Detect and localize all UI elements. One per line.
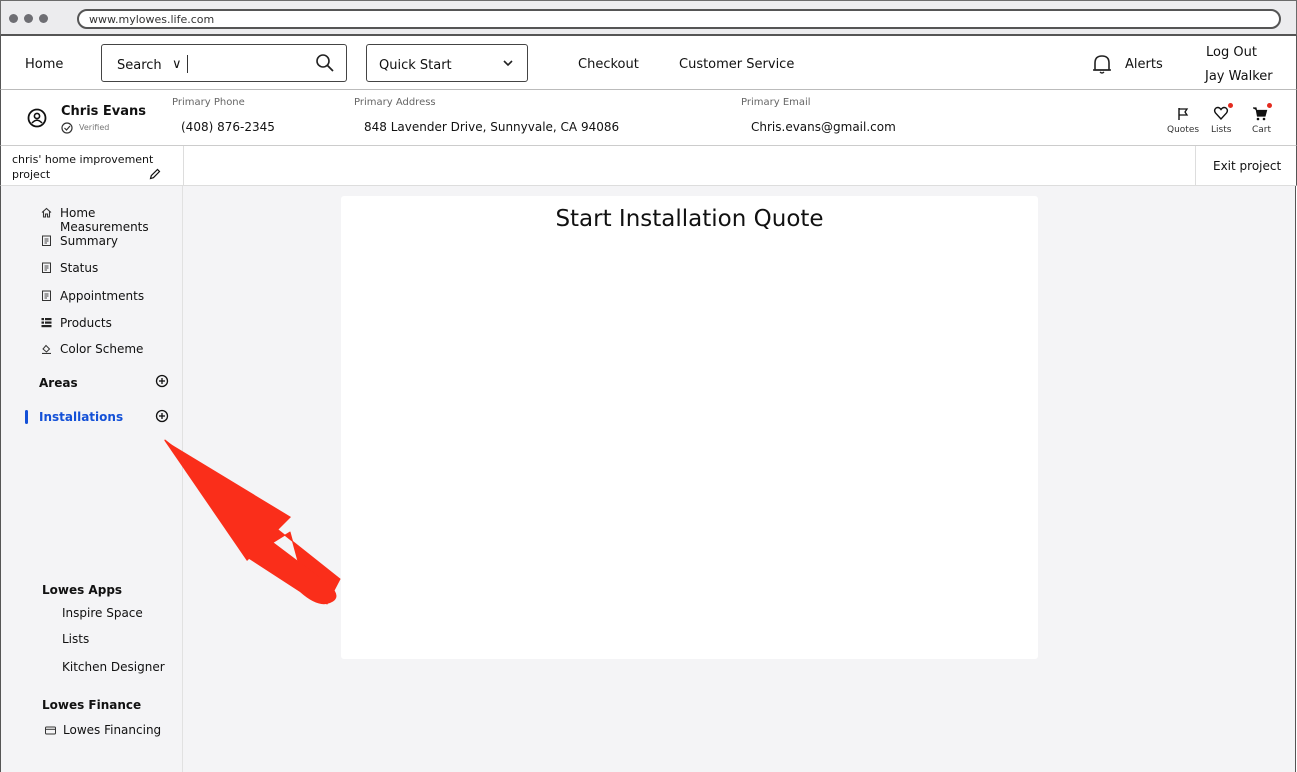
heart-icon [1213,106,1229,121]
window-minimize-dot[interactable] [24,14,33,23]
nav-customer-service-link[interactable]: Customer Service [679,57,794,72]
page-title: Start Installation Quote [555,206,824,232]
sidebar-item-lowes-financing[interactable]: Lowes Financing [1,721,183,741]
email-value: Chris.evans@gmail.com [751,120,896,134]
add-circle-icon[interactable] [155,374,169,388]
sidebar-item-status[interactable]: Status [1,259,183,279]
sidebar-item-label: Status [60,261,99,275]
add-circle-icon[interactable] [155,409,169,423]
sidebar-item-label: Lowes Financing [63,723,162,737]
sidebar-item-label: Color Scheme [60,342,144,356]
nav-home-link[interactable]: Home [25,57,63,72]
quotes-label: Quotes [1167,125,1200,135]
clipboard-icon [42,262,51,273]
customer-name: Chris Evans [61,104,147,119]
lowes-apps-heading: Lowes Apps [42,583,123,597]
window-maximize-dot[interactable] [39,14,48,23]
quick-start-label: Quick Start [379,58,452,73]
installation-quote-card: Start Installation Quote [341,196,1038,659]
search-scope-label[interactable]: Search [117,58,162,73]
sidebar-item-label: Summary [60,234,118,248]
list-icon [41,318,52,328]
sidebar-item-color-scheme[interactable]: Color Scheme [1,340,183,360]
email-label: Primary Email [741,97,811,108]
url-text: www.mylowes.life.com [89,13,215,26]
window-close-dot[interactable] [9,14,18,23]
phone-label: Primary Phone [172,97,245,108]
sidebar-item-installations[interactable]: Installations [39,410,123,424]
app-link-kitchen-designer[interactable]: Kitchen Designer [62,660,165,674]
divider [1195,146,1196,186]
lists-badge [1228,103,1233,108]
quick-start-dropdown[interactable]: Quick Start [366,44,528,82]
app-link-lists[interactable]: Lists [62,632,89,646]
credit-card-icon [45,726,56,735]
app-link-inspire-space[interactable]: Inspire Space [62,606,143,620]
clipboard-icon [42,290,51,301]
lowes-finance-heading: Lowes Finance [42,698,142,712]
check-circle-icon [61,122,73,134]
search-scope-chevron[interactable]: ∨ [172,57,182,72]
current-user-name: Jay Walker [1205,69,1273,84]
nav-alerts-link[interactable]: Alerts [1125,57,1163,72]
customer-info-bar: Chris Evans Verified Primary Phone (408)… [0,90,1297,146]
areas-heading[interactable]: Areas [39,376,78,390]
flag-icon [1178,108,1189,120]
cart-icon [1253,107,1268,121]
browser-toolbar: www.mylowes.life.com [0,0,1297,36]
chevron-down-icon [503,60,513,67]
sidebar-item-label: Appointments [60,289,145,303]
project-header: chris' home improvement project Exit pro… [0,146,1297,186]
project-name: chris' home improvement project [12,153,154,181]
logout-link[interactable]: Log Out [1206,45,1257,60]
sidebar: Home Measurements Summary Status Appoint… [0,186,183,772]
sidebar-item-label: Home Measurements [60,206,149,234]
divider [183,146,184,186]
active-indicator [25,410,28,424]
pencil-icon[interactable] [149,168,161,180]
address-bar[interactable]: www.mylowes.life.com [77,9,1281,29]
search-input[interactable]: Search ∨ [101,44,347,82]
address-label: Primary Address [354,97,436,108]
main-content: Start Installation Quote [183,186,1296,772]
exit-project-button[interactable]: Exit project [1213,159,1281,173]
search-icon[interactable] [315,53,335,73]
clipboard-icon [42,235,51,246]
lists-label: Lists [1211,125,1232,135]
sidebar-item-products[interactable]: Products [1,314,183,334]
phone-value: (408) 876-2345 [181,120,275,134]
address-value: 848 Lavender Drive, Sunnyvale, CA 94086 [364,120,620,134]
top-navigation: Home Search ∨ Quick Start Checkout Custo… [0,36,1297,90]
bell-icon[interactable] [1090,52,1114,76]
sidebar-item-label: Products [60,316,112,330]
sidebar-item-appointments[interactable]: Appointments [1,287,183,307]
cart-label: Cart [1252,125,1272,135]
avatar-icon [27,108,47,128]
house-icon [41,207,52,218]
sidebar-item-home-measurements[interactable]: Home Measurements [1,204,183,234]
text-caret [187,55,188,73]
verified-label: Verified [79,123,110,132]
sidebar-item-summary[interactable]: Summary [1,232,183,252]
nav-checkout-link[interactable]: Checkout [578,57,639,72]
cart-badge [1267,103,1272,108]
paint-bucket-icon [42,344,51,354]
